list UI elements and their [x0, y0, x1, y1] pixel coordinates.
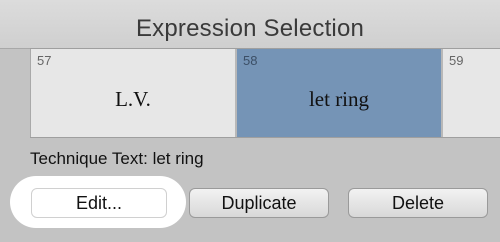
- cell-number: 59: [449, 53, 464, 68]
- technique-label: Technique Text:: [30, 149, 148, 168]
- expression-selection-window: Expression Selection 57 L.V. 58 let ring…: [0, 0, 500, 242]
- technique-text: Technique Text: let ring: [30, 149, 204, 169]
- delete-button[interactable]: Delete: [348, 188, 488, 218]
- expression-cell-59[interactable]: 59: [442, 49, 500, 137]
- cell-number: 57: [37, 53, 52, 68]
- expression-cell-57[interactable]: 57 L.V.: [30, 49, 236, 137]
- cell-number: 58: [243, 53, 258, 68]
- window-title: Expression Selection: [135, 15, 365, 42]
- edit-button[interactable]: Edit...: [31, 188, 167, 218]
- expression-grid: 57 L.V. 58 let ring 59: [30, 48, 500, 138]
- expression-cell-58-selected[interactable]: 58 let ring: [236, 49, 442, 137]
- duplicate-button[interactable]: Duplicate: [189, 188, 329, 218]
- cell-text: L.V.: [115, 87, 151, 111]
- cell-text: let ring: [308, 87, 370, 111]
- title-bar: Expression Selection: [0, 0, 500, 49]
- technique-value: let ring: [152, 149, 204, 168]
